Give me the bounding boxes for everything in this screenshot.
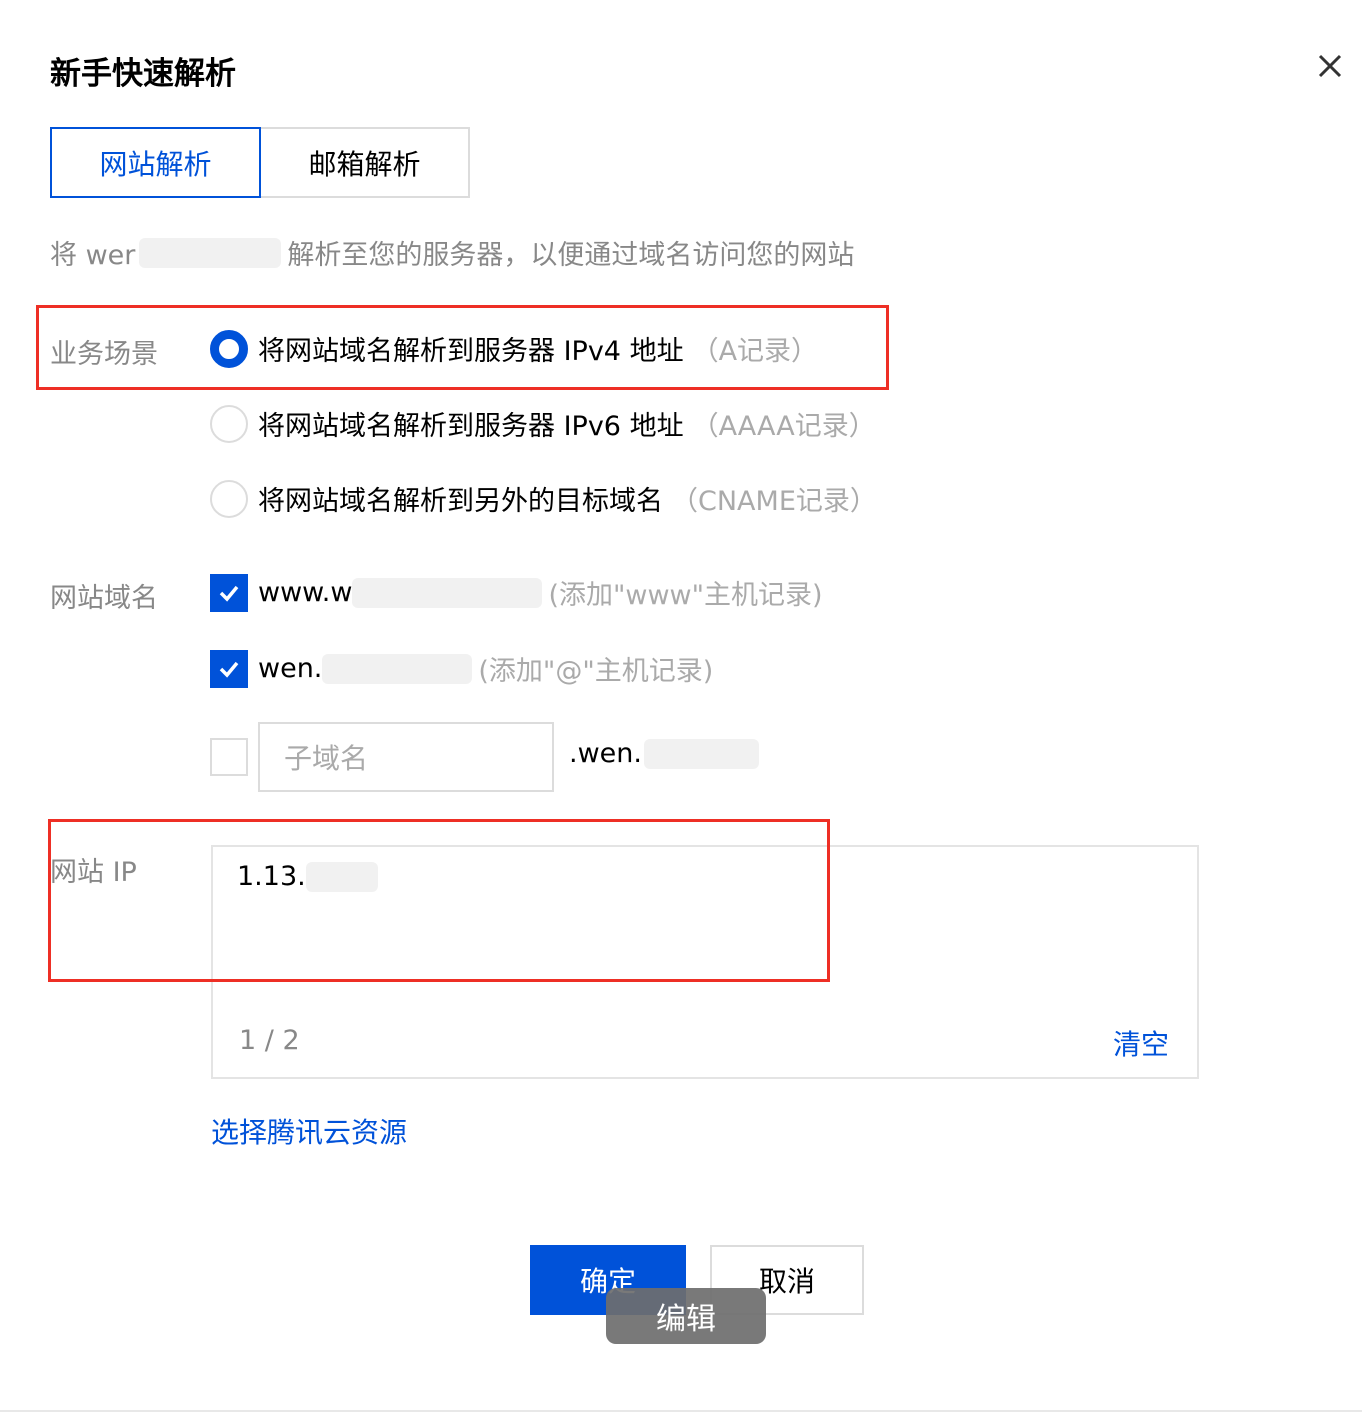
subdomain-suffix: .wen. [569,738,759,769]
radio-option-text: 将网站域名解析到另外的目标域名 [258,486,663,517]
radio-option-note: （AAAA记录） [691,411,876,442]
ip-count: 1 / 2 [239,1025,300,1056]
select-tencent-resource-link[interactable]: 选择腾讯云资源 [211,1111,407,1151]
domain-label: 网站域名 [50,583,158,614]
radio-option-ipv6[interactable]: 将网站域名解析到服务器 IPv6 地址 （AAAA记录） [210,404,876,443]
redacted-domain [352,577,543,608]
description-suffix: 解析至您的服务器，以便通过域名访问您的网站 [287,240,855,271]
redacted-domain [139,237,282,268]
description-prefix: 将 wer [50,240,136,271]
edit-button[interactable]: 编辑 [606,1288,766,1344]
domain-text: www.w [258,577,353,608]
domain-option-root[interactable]: wen. (添加"@"主机记录) [210,649,713,688]
radio-option-note: （CNAME记录） [671,486,877,517]
domain-option-www[interactable]: www.w (添加"www"主机记录) [210,573,823,612]
domain-note: (添加"@"主机记录) [478,656,714,687]
divider [0,1410,1362,1412]
redacted-domain [322,653,473,684]
highlight-box-scenario [36,305,889,390]
highlight-box-ip [48,819,830,982]
radio-unchecked-icon[interactable] [210,479,248,518]
checkbox-checked-icon[interactable] [210,573,248,612]
close-icon[interactable] [1310,46,1350,86]
subdomain-option[interactable] [210,738,258,776]
tab-website-resolution[interactable]: 网站解析 [50,127,261,198]
description: 将 wer 解析至您的服务器，以便通过域名访问您的网站 [50,233,854,272]
tab-mail-resolution[interactable]: 邮箱解析 [261,127,470,198]
tab-bar: 网站解析 邮箱解析 [50,127,470,198]
domain-note: (添加"www"主机记录) [548,580,823,611]
redacted-domain [643,738,759,769]
domain-text: wen. [258,653,323,684]
radio-unchecked-icon[interactable] [210,404,248,443]
checkbox-unchecked-icon[interactable] [210,738,248,776]
radio-option-text: 将网站域名解析到服务器 IPv6 地址 [258,411,684,442]
subdomain-suffix-text: .wen. [569,738,642,769]
subdomain-input[interactable]: 子域名 [258,722,554,792]
radio-option-cname[interactable]: 将网站域名解析到另外的目标域名 （CNAME记录） [210,479,877,518]
checkbox-checked-icon[interactable] [210,649,248,688]
clear-button[interactable]: 清空 [1113,1023,1169,1063]
dialog-title: 新手快速解析 [50,56,236,92]
